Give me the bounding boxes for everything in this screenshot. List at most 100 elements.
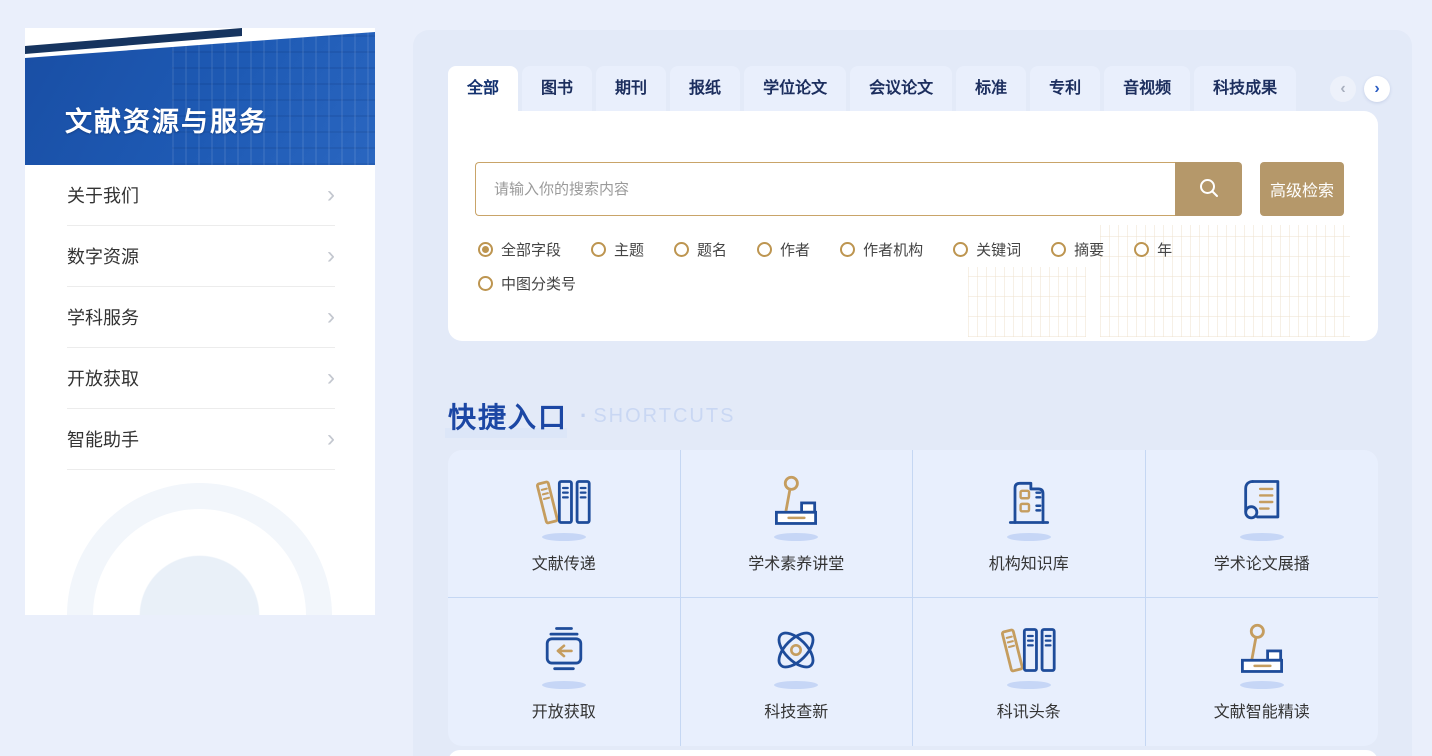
shortcut-item-3[interactable]: 学术论文展播 (1145, 450, 1378, 598)
radio-icon (757, 242, 773, 257)
inbox-arrow-icon (532, 622, 596, 678)
shortcut-label: 文献智能精读 (1213, 704, 1310, 721)
search-field-options: 全部字段 主题 题名 作者 作者机构 关键词 摘要 年 中图分类号 (478, 239, 1258, 294)
chevron-right-icon: › (327, 364, 335, 391)
radio-icon (478, 276, 493, 291)
section-title: 快捷入口 (448, 402, 569, 433)
search-field-radio-2[interactable]: 题名 (674, 239, 727, 260)
tab-4[interactable]: 学位论文 (744, 66, 847, 111)
field-label: 关键词 (976, 242, 1022, 259)
icon-shadow-decoration (774, 681, 819, 689)
podium-icon (764, 474, 828, 530)
shortcut-item-4[interactable]: 开放获取 (448, 598, 681, 746)
sidebar-title: 文献资源与服务 (65, 107, 268, 137)
scroll-icon (1230, 474, 1294, 530)
atom-icon (764, 622, 828, 678)
search-icon (1197, 176, 1221, 203)
sidebar-item-2[interactable]: 学科服务 › (67, 287, 335, 348)
search-button[interactable] (1175, 162, 1242, 216)
field-label: 题名 (697, 242, 728, 259)
tab-0[interactable]: 全部 (448, 66, 519, 111)
field-label: 主题 (614, 242, 645, 259)
shortcut-label: 科讯头条 (996, 704, 1061, 721)
tab-3[interactable]: 报纸 (670, 66, 741, 111)
resource-type-tabs: 全部 图书 期刊 报纸 学位论文 会议论文 标准 专利 音视频 科技成果 ‹ › (448, 66, 1390, 111)
chevron-right-icon: › (327, 425, 335, 452)
shortcut-item-7[interactable]: 文献智能精读 (1146, 598, 1379, 746)
search-field-radio-3[interactable]: 作者 (757, 239, 810, 260)
institution-seal-watermark (67, 483, 332, 615)
tab-6[interactable]: 标准 (956, 66, 1027, 111)
shortcut-label: 科技查新 (764, 704, 829, 721)
main-panel: 全部图书期刊报纸学位论文会议论文标准专利音视频科技成果 ‹ › 高级检索 全部字段… (413, 30, 1412, 756)
sidebar-item-label: 开放获取 (67, 369, 139, 389)
icon-shadow-decoration (774, 532, 819, 541)
chevron-right-icon: › (327, 242, 335, 269)
search-field-radio-1[interactable]: 主题 (591, 239, 644, 260)
field-label: 作者 (780, 242, 811, 259)
sidebar-item-label: 数字资源 (67, 247, 139, 267)
sidebar-item-3[interactable]: 开放获取 › (67, 348, 335, 409)
shortcut-item-6[interactable]: 科讯头条 (913, 598, 1146, 746)
section-subtitle: SHORTCUTS (593, 404, 736, 427)
field-label: 全部字段 (501, 242, 562, 259)
shortcuts-header: 快捷入口 · SHORTCUTS (445, 395, 736, 438)
radio-icon (1134, 242, 1150, 257)
tab-7[interactable]: 专利 (1030, 66, 1101, 111)
search-field-radio-0[interactable]: 全部字段 (478, 239, 561, 260)
shortcut-item-1[interactable]: 学术素养讲堂 (680, 450, 913, 598)
tabs-prev-icon[interactable]: ‹ (1330, 75, 1356, 102)
building-icon (997, 474, 1061, 530)
sidebar-item-4[interactable]: 智能助手 › (67, 409, 335, 470)
search-field-radio-8[interactable]: 中图分类号 (478, 273, 576, 294)
shortcut-label: 学术素养讲堂 (748, 555, 845, 573)
tabs-next-icon[interactable]: › (1364, 75, 1390, 102)
field-label: 作者机构 (863, 242, 924, 259)
sidebar-header: 文献资源与服务 (25, 28, 375, 165)
shortcut-item-2[interactable]: 机构知识库 (913, 450, 1146, 598)
next-section-edge (448, 750, 1378, 756)
tab-scroll-arrows: ‹ › (1330, 75, 1390, 102)
books-icon (997, 622, 1061, 678)
podium-icon (1230, 622, 1294, 678)
field-label: 中图分类号 (501, 276, 577, 293)
advanced-search-button[interactable]: 高级检索 (1260, 162, 1344, 216)
tab-5[interactable]: 会议论文 (850, 66, 953, 111)
shortcut-item-0[interactable]: 文献传递 (448, 450, 681, 598)
shortcuts-grid: 文献传递 学术素养讲堂 机构知识库 学术论文展播 开放获取 科技查新 科讯头条 … (448, 450, 1378, 746)
field-label: 年 (1157, 242, 1173, 259)
sidebar-item-1[interactable]: 数字资源 › (67, 226, 335, 287)
shortcut-label: 学术论文展播 (1213, 555, 1310, 573)
icon-shadow-decoration (1006, 681, 1051, 689)
search-field-radio-6[interactable]: 摘要 (1051, 239, 1104, 260)
icon-shadow-decoration (1239, 681, 1284, 689)
icon-shadow-decoration (1006, 532, 1051, 541)
chevron-right-icon: › (327, 303, 335, 330)
sidebar: 文献资源与服务 关于我们 › 数字资源 › 学科服务 › 开放获取 › 智能助手 › (25, 28, 375, 615)
search-field-radio-5[interactable]: 关键词 (953, 239, 1021, 260)
search-input[interactable] (475, 162, 1175, 216)
tab-1[interactable]: 图书 (522, 66, 593, 111)
radio-icon (840, 242, 856, 257)
shortcut-label: 文献传递 (531, 555, 596, 573)
radio-icon (591, 242, 607, 257)
tab-8[interactable]: 音视频 (1104, 66, 1191, 111)
tab-9[interactable]: 科技成果 (1194, 66, 1297, 111)
sidebar-item-0[interactable]: 关于我们 › (67, 165, 335, 226)
icon-shadow-decoration (541, 681, 586, 689)
radio-icon (478, 242, 493, 257)
shortcut-label: 机构知识库 (988, 555, 1069, 573)
tab-2[interactable]: 期刊 (596, 66, 667, 111)
search-field-radio-4[interactable]: 作者机构 (840, 239, 923, 260)
search-field-radio-7[interactable]: 年 (1134, 239, 1172, 260)
title-dot-separator: · (580, 403, 588, 428)
field-label: 摘要 (1074, 242, 1105, 259)
shortcut-item-5[interactable]: 科技查新 (681, 598, 913, 746)
shortcut-label: 开放获取 (531, 704, 596, 721)
sidebar-item-label: 智能助手 (67, 430, 139, 450)
icon-shadow-decoration (541, 532, 586, 541)
search-row: 高级检索 (475, 162, 1344, 216)
chevron-right-icon: › (327, 181, 335, 208)
icon-shadow-decoration (1239, 532, 1284, 541)
sidebar-item-label: 关于我们 (67, 186, 139, 206)
